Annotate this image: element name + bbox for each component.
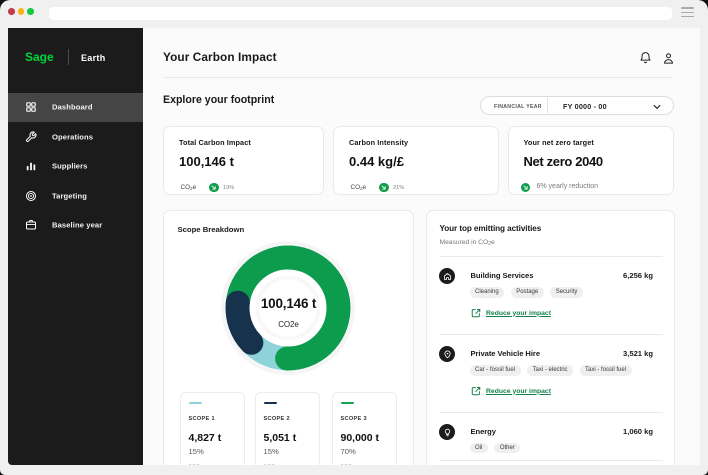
svg-text:Sage: Sage	[25, 50, 54, 64]
